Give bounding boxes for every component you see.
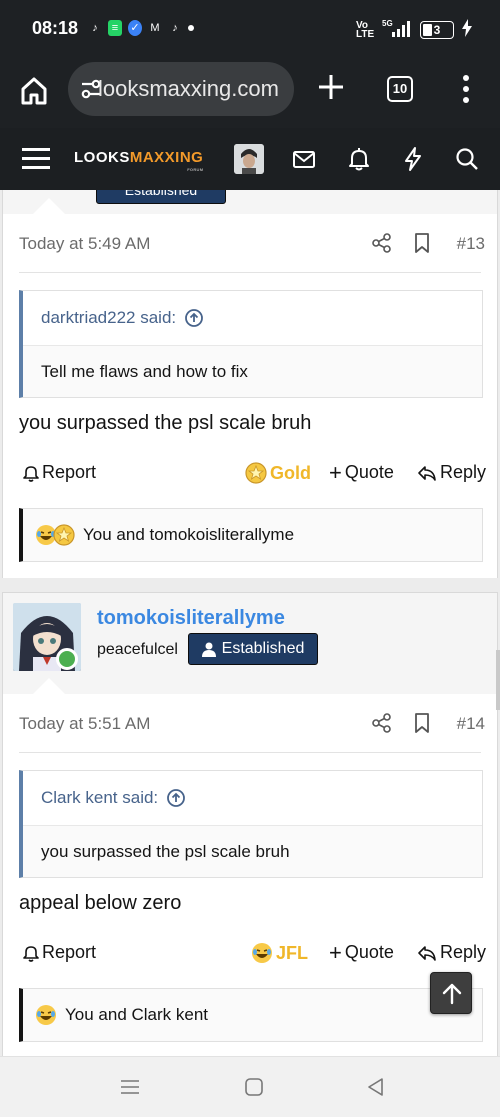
laughing-emoji-icon (252, 943, 272, 963)
recent-apps-icon[interactable] (118, 1075, 142, 1099)
tiktok-icon: ♪ (92, 22, 98, 34)
author-title: peacefulcel (97, 641, 178, 658)
bell-icon[interactable] (346, 146, 372, 172)
user-badge: Established (96, 190, 226, 204)
gold-star-icon (245, 462, 267, 484)
report-button[interactable]: Report (23, 462, 96, 483)
quote-text: you surpassed the psl scale bruh (23, 825, 482, 877)
whats-new-icon[interactable] (400, 146, 426, 172)
status-bar: 08:18 ♪ ≡ ✓ M ♪ Vo LTE 5G 3 (0, 0, 500, 58)
post-arrow (33, 198, 65, 214)
user-icon (201, 642, 216, 657)
url-text[interactable]: looksmaxxing.com (98, 76, 279, 102)
tiktok-icon: ♪ (172, 22, 178, 34)
post-timestamp[interactable]: Today at 5:49 AM (19, 234, 150, 254)
more-options-icon[interactable] (460, 74, 472, 104)
reply-button[interactable]: Reply (417, 462, 486, 483)
battery-icon: 3 (420, 20, 454, 39)
new-tab-icon[interactable] (316, 72, 346, 102)
quote-text: Tell me flaws and how to fix (23, 345, 482, 397)
scroll-to-top-button[interactable] (430, 972, 472, 1014)
post-message: appeal below zero (19, 892, 182, 914)
divider (19, 752, 481, 753)
post-number[interactable]: #13 (457, 234, 485, 254)
bookmark-icon[interactable] (411, 232, 433, 254)
bell-icon (23, 465, 39, 482)
reactions-summary[interactable]: You and Clark kent (19, 988, 483, 1042)
post-timestamp[interactable]: Today at 5:51 AM (19, 714, 150, 734)
post-separator (0, 578, 500, 592)
site-header: LOOKSMAXXING FORUM (0, 128, 500, 190)
reply-icon (418, 465, 436, 481)
post-13: Today at 5:49 AM #13 darktriad222 said: … (2, 198, 498, 578)
previous-user-block (2, 190, 498, 214)
quote-author[interactable]: Clark kent said: (41, 788, 158, 808)
quote-header[interactable]: Clark kent said: (23, 771, 482, 825)
post-author-block: tomokoisliterallyme peacefulcel Establis… (2, 592, 498, 694)
back-icon[interactable] (364, 1075, 388, 1099)
system-navigation-bar (0, 1056, 500, 1117)
menu-icon[interactable] (22, 146, 50, 172)
user-avatar[interactable] (234, 144, 264, 174)
home-button-icon[interactable] (242, 1075, 266, 1099)
bookmark-icon[interactable] (411, 712, 433, 734)
search-icon[interactable] (454, 146, 480, 172)
quote-block: Clark kent said: you surpassed the psl s… (19, 770, 483, 878)
browser-toolbar: looksmaxxing.com 10 (0, 58, 500, 128)
divider (19, 272, 481, 273)
quote-header[interactable]: darktriad222 said: (23, 291, 482, 345)
post-arrow (33, 678, 65, 694)
user-badge: Established (188, 633, 318, 665)
quote-author[interactable]: darktriad222 said: (41, 308, 176, 328)
tab-switcher-button[interactable]: 10 (387, 76, 413, 102)
reaction-button[interactable]: Gold (245, 462, 311, 484)
home-icon[interactable] (20, 76, 48, 106)
volte-indicator: Vo LTE (356, 19, 375, 40)
share-icon[interactable] (371, 232, 393, 254)
reply-button[interactable]: Reply (417, 942, 486, 963)
site-logo[interactable]: LOOKSMAXXING FORUM (74, 149, 203, 172)
share-icon[interactable] (371, 712, 393, 734)
thread-content: Established Today at 5:49 AM #13 darktri… (0, 190, 500, 1056)
svg-text:5G: 5G (382, 19, 393, 28)
online-status-icon (56, 648, 78, 670)
reactions-summary[interactable]: You and tomokoisliterallyme (19, 508, 483, 562)
quote-button[interactable]: + Quote (329, 461, 394, 483)
gold-star-icon (53, 524, 75, 546)
reactions-text: You and Clark kent (65, 1005, 209, 1024)
status-right: Vo LTE 5G 3 (356, 18, 472, 41)
dot-icon (188, 25, 194, 31)
quote-block: darktriad222 said: Tell me flaws and how… (19, 290, 483, 398)
inbox-icon[interactable] (291, 146, 317, 172)
reply-icon (418, 945, 436, 961)
reactions-text: You and tomokoisliterallyme (83, 525, 295, 544)
author-name[interactable]: tomokoisliterallyme (97, 607, 285, 630)
post-number[interactable]: #14 (457, 714, 485, 734)
laughing-emoji-icon (36, 1005, 56, 1025)
post-actions: Report Gold + Quote Reply (19, 458, 486, 488)
post-message: you surpassed the psl scale bruh (19, 412, 312, 434)
page-scrollbar[interactable] (496, 650, 500, 710)
arrow-up-circle-icon[interactable] (184, 308, 204, 328)
status-time: 08:18 (32, 18, 79, 38)
charging-icon (462, 19, 472, 40)
signal-icon: 5G (382, 18, 412, 41)
post-actions: Report JFL + Quote Reply (19, 938, 486, 968)
address-bar[interactable]: looksmaxxing.com (68, 62, 294, 116)
arrow-up-icon (442, 983, 462, 1005)
quote-button[interactable]: + Quote (329, 941, 394, 963)
post-14: Today at 5:51 AM #14 Clark kent said: yo… (2, 678, 498, 1056)
gmail-icon: M (150, 22, 160, 34)
notification-icons: ♪ ≡ ✓ M ♪ (88, 20, 194, 36)
report-button[interactable]: Report (23, 942, 96, 963)
messenger-icon: ✓ (128, 20, 142, 36)
whatsapp-business-icon: ≡ (108, 20, 122, 36)
bell-icon (23, 945, 39, 962)
arrow-up-circle-icon[interactable] (166, 788, 186, 808)
reaction-button[interactable]: JFL (251, 942, 308, 964)
